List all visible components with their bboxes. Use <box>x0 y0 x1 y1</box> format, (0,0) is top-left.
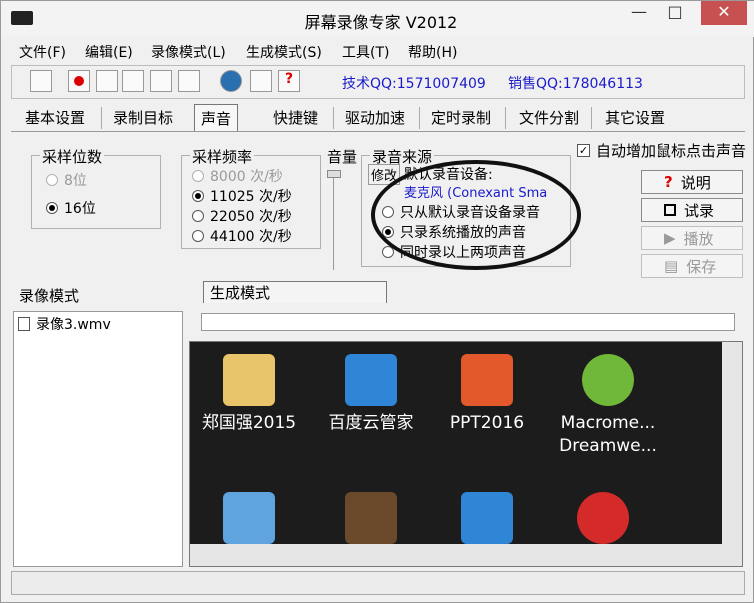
settings-tabs: 基本设置 录制目标 声音 快捷键 驱动加速 定时录制 文件分割 其它设置 <box>11 102 745 132</box>
dreamweaver-icon <box>582 354 634 406</box>
record-square-icon <box>664 204 676 216</box>
stop-icon[interactable] <box>122 70 144 92</box>
camera-icon[interactable] <box>150 70 172 92</box>
minimize-button[interactable]: — <box>621 1 657 25</box>
lower-tabs: 录像模式 生成模式 <box>11 279 745 305</box>
volume-slider[interactable] <box>327 170 349 270</box>
sample-bits-title: 采样位数 <box>40 146 105 167</box>
sample-bits-group: 采样位数 8位 16位 <box>31 146 161 229</box>
baidu-cloud-icon <box>345 354 397 406</box>
title-bar: 屏幕录像专家 V2012 — □ ✕ <box>1 1 754 37</box>
rate-8000-radio[interactable]: 8000 次/秒 <box>192 166 283 186</box>
desktop-icon-dreamweaver[interactable]: Macrome... Dreamwe... <box>548 354 668 458</box>
menu-record-mode[interactable]: 录像模式(L) <box>151 42 226 62</box>
user-folder-icon <box>223 354 275 406</box>
list-item[interactable]: 录像3.wmv <box>14 312 182 336</box>
menu-edit[interactable]: 编辑(E) <box>85 42 133 62</box>
tab-divider <box>505 107 506 129</box>
status-bar <box>11 571 745 595</box>
rate-22050-radio[interactable]: 22050 次/秒 <box>192 206 292 226</box>
menu-bar: 文件(F) 编辑(E) 录像模式(L) 生成模式(S) 工具(T) 帮助(H) <box>11 39 745 63</box>
tab-divider <box>333 107 334 129</box>
rate-11025-radio[interactable]: 11025 次/秒 <box>192 186 292 206</box>
ppt-icon <box>461 354 513 406</box>
new-file-icon[interactable] <box>30 70 52 92</box>
rate-44100-radio[interactable]: 44100 次/秒 <box>192 226 292 246</box>
app-icon <box>345 492 397 544</box>
bits-16-radio[interactable]: 16位 <box>46 198 96 218</box>
desktop-icon-user[interactable]: 郑国强2015 <box>194 354 304 435</box>
globe-icon[interactable] <box>220 70 242 92</box>
maximize-button[interactable]: □ <box>657 1 693 25</box>
save-button[interactable]: ▤ 保存 <box>641 254 743 278</box>
tab-hotkeys[interactable]: 快捷键 <box>267 107 324 131</box>
desktop-icon-flash[interactable] <box>548 492 658 550</box>
bits-8-radio[interactable]: 8位 <box>46 170 87 190</box>
desktop-icon-ppt[interactable]: PPT2016 <box>432 354 542 435</box>
help-icon[interactable]: ? <box>278 70 300 92</box>
progress-bar <box>201 313 735 331</box>
tab-basic[interactable]: 基本设置 <box>19 107 91 131</box>
sample-rate-group: 采样频率 8000 次/秒 11025 次/秒 22050 次/秒 44100 … <box>181 146 321 249</box>
sales-qq-label: 销售QQ:178046113 <box>508 76 643 92</box>
tab-divider <box>591 107 592 129</box>
play-icon: ▶ <box>664 229 676 247</box>
window-title: 屏幕录像专家 V2012 <box>304 13 458 32</box>
star-icon[interactable] <box>250 70 272 92</box>
file-icon <box>18 317 30 331</box>
tab-split[interactable]: 文件分割 <box>513 107 585 131</box>
app-logo-icon <box>11 11 33 25</box>
record-icon[interactable] <box>68 70 90 92</box>
menu-help[interactable]: 帮助(H) <box>408 42 457 62</box>
sound-panel: 采样位数 8位 16位 采样频率 8000 次/秒 11025 次/秒 2205… <box>11 131 746 279</box>
tab-driver[interactable]: 驱动加速 <box>339 107 411 131</box>
computer-icon <box>223 492 275 544</box>
tech-qq-label: 技术QQ:1571007409 <box>342 76 486 92</box>
annotation-circle <box>371 160 581 270</box>
help-button[interactable]: ? 说明 <box>641 170 743 194</box>
desktop-preview: 郑国强2015 百度云管家 PPT2016 Macrome... Dreamwe… <box>189 341 743 567</box>
tab-record-mode[interactable]: 录像模式 <box>19 285 79 306</box>
tab-schedule[interactable]: 定时录制 <box>425 107 497 131</box>
save-icon: ▤ <box>664 257 679 275</box>
sample-rate-title: 采样频率 <box>190 146 255 167</box>
tab-other[interactable]: 其它设置 <box>599 107 671 131</box>
tab-target[interactable]: 录制目标 <box>107 107 179 131</box>
pen-icon[interactable] <box>178 70 200 92</box>
mouse-click-checkbox[interactable]: ✓ 自动增加鼠标点击声音 <box>577 140 746 161</box>
horizontal-scrollbar[interactable] <box>190 544 722 566</box>
test-record-button[interactable]: 试录 <box>641 198 743 222</box>
menu-generate-mode[interactable]: 生成模式(S) <box>246 42 322 62</box>
menu-file[interactable]: 文件(F) <box>19 42 66 62</box>
vertical-scrollbar[interactable] <box>722 342 742 566</box>
volume-label: 音量 <box>327 148 358 166</box>
wave-app-icon <box>461 492 513 544</box>
checkbox-icon: ✓ <box>577 144 590 157</box>
question-icon: ? <box>664 173 673 191</box>
desktop-icon-app[interactable] <box>316 492 426 550</box>
play-button[interactable]: ▶ 播放 <box>641 226 743 250</box>
toolbar: ? 技术QQ:1571007409 销售QQ:178046113 <box>11 65 745 99</box>
tab-divider <box>101 107 102 129</box>
desktop-icon-wave[interactable] <box>432 492 542 550</box>
app-window: 屏幕录像专家 V2012 — □ ✕ 文件(F) 编辑(E) 录像模式(L) 生… <box>0 0 754 603</box>
tab-generate-mode[interactable]: 生成模式 <box>203 281 387 303</box>
desktop-icon-computer[interactable] <box>194 492 304 550</box>
menu-tools[interactable]: 工具(T) <box>342 42 389 62</box>
tab-sound[interactable]: 声音 <box>194 104 239 131</box>
file-list: 录像3.wmv <box>13 311 183 567</box>
pause-icon[interactable] <box>96 70 118 92</box>
tab-divider <box>419 107 420 129</box>
flash-icon <box>577 492 629 544</box>
close-button[interactable]: ✕ <box>701 1 747 25</box>
desktop-icon-baidu[interactable]: 百度云管家 <box>316 354 426 435</box>
